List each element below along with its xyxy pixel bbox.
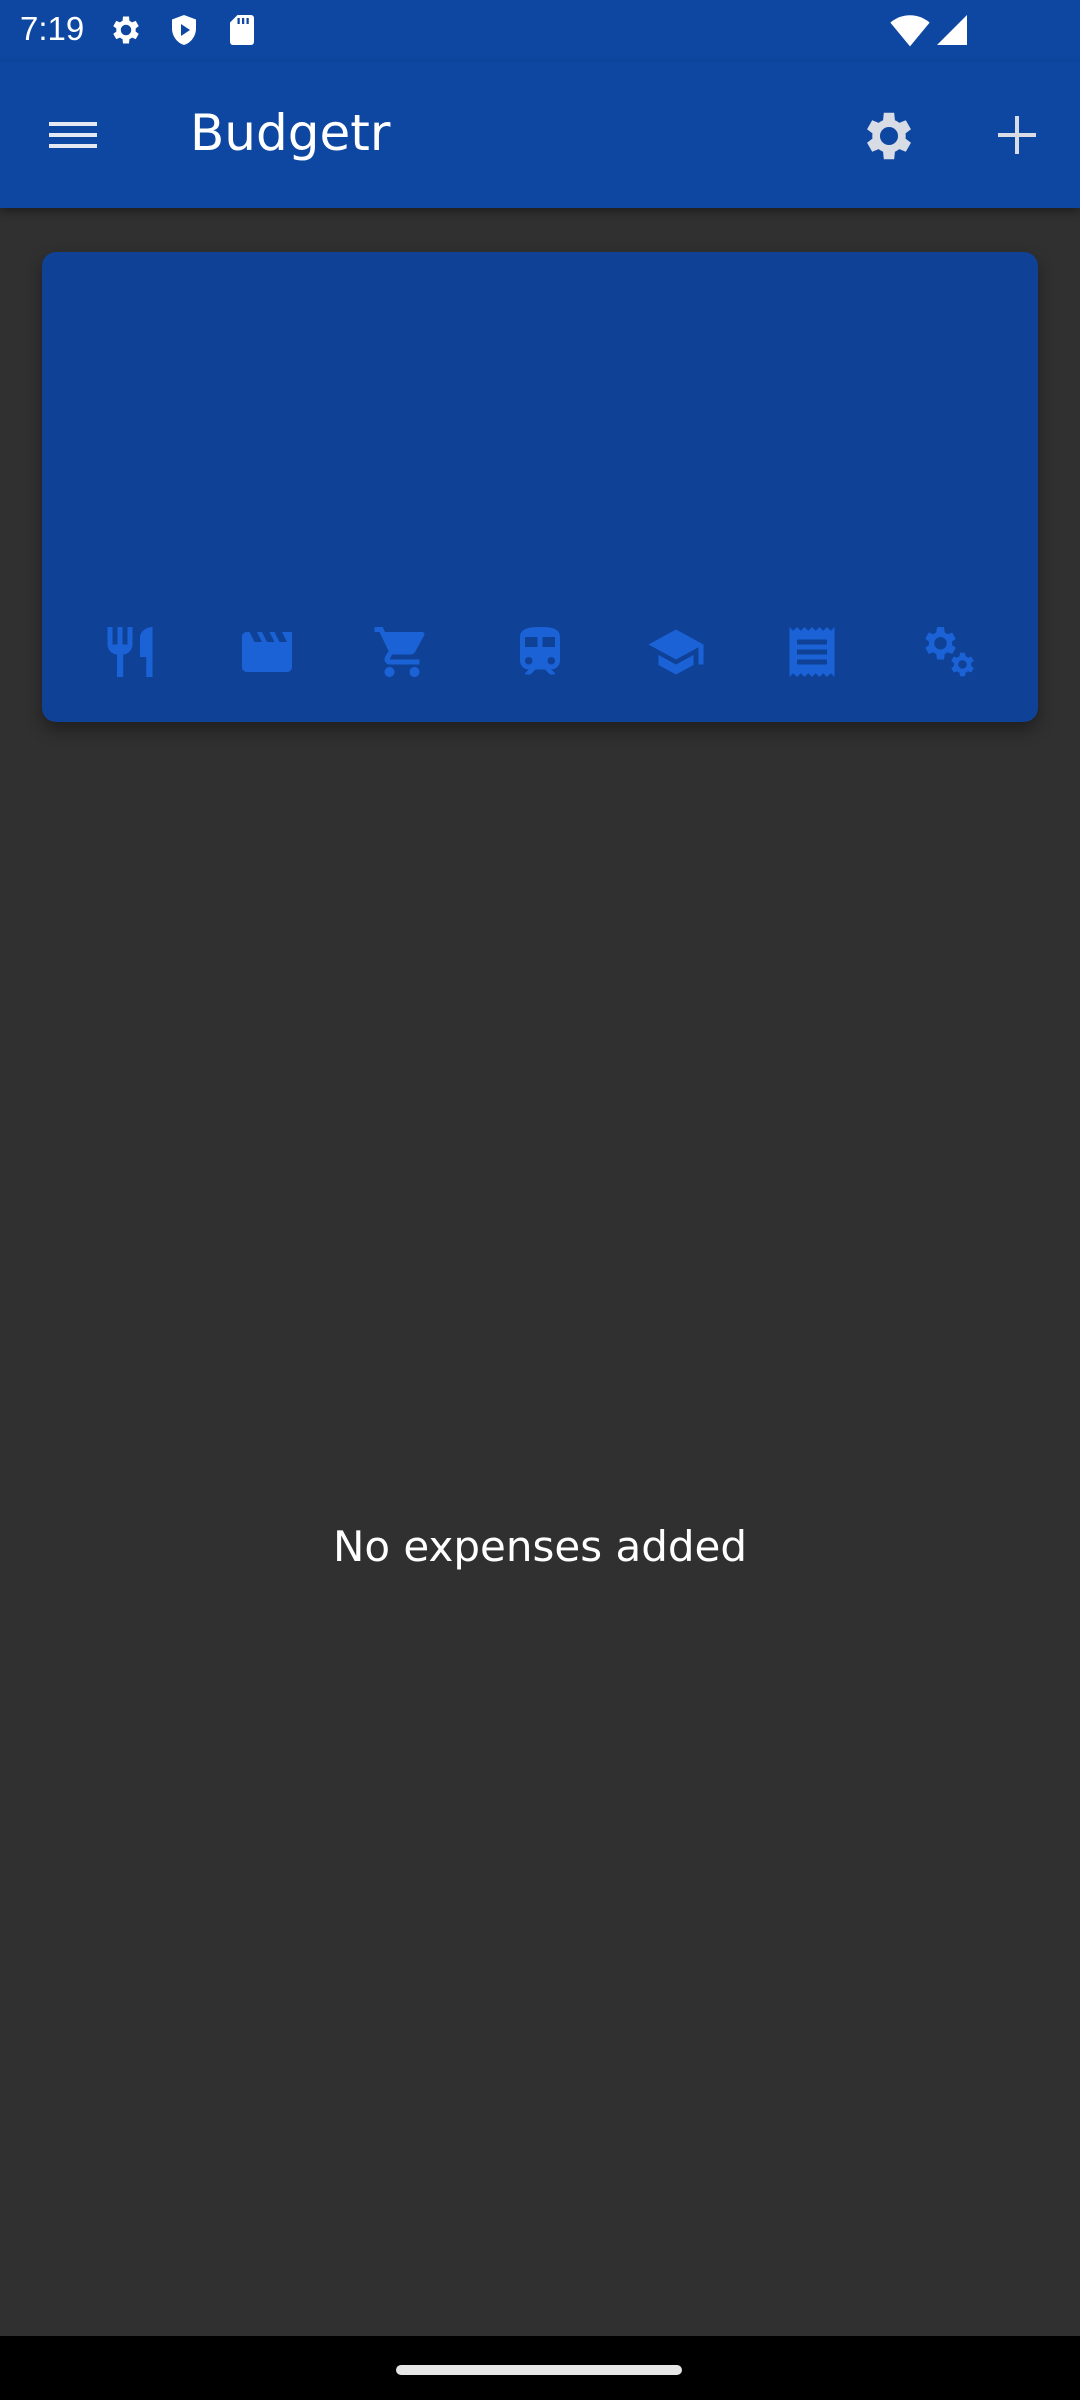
- settings-gears-icon[interactable]: [918, 622, 978, 682]
- restaurant-icon[interactable]: [100, 622, 160, 682]
- plus-icon: [988, 106, 1046, 164]
- app-title: Budgetr: [190, 104, 391, 162]
- play-shield-icon: [166, 12, 202, 48]
- gear-icon: [108, 12, 144, 48]
- receipt-icon[interactable]: [782, 622, 842, 682]
- home-gesture-handle[interactable]: [396, 2365, 682, 2375]
- gear-icon: [858, 105, 920, 167]
- app-bar: Budgetr: [0, 62, 1080, 208]
- summary-card: [42, 252, 1038, 722]
- school-icon[interactable]: [646, 622, 706, 682]
- train-icon[interactable]: [510, 622, 570, 682]
- signal-icon: [934, 12, 970, 48]
- movie-clapper-icon[interactable]: [237, 622, 297, 682]
- shopping-cart-icon[interactable]: [372, 622, 432, 682]
- status-bar: 7:19: [0, 0, 1080, 62]
- settings-button[interactable]: [858, 105, 920, 167]
- status-time: 7:19: [20, 10, 85, 47]
- wifi-icon: [890, 12, 930, 48]
- category-row: [42, 622, 1038, 686]
- sd-card-icon: [224, 12, 260, 48]
- hamburger-menu-icon: [40, 105, 106, 165]
- menu-button[interactable]: [40, 105, 106, 165]
- empty-state-message: No expenses added: [332, 1522, 748, 1571]
- add-expense-button[interactable]: [988, 106, 1046, 164]
